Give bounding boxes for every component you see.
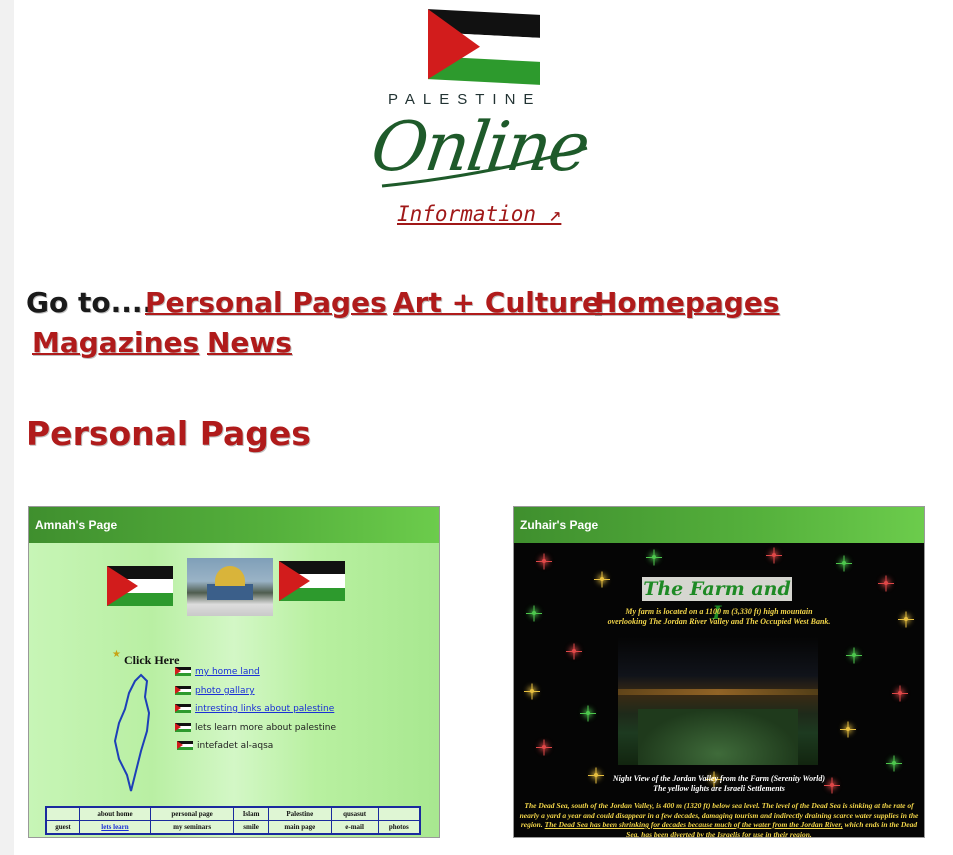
star-icon: ★ — [112, 649, 121, 660]
photo-caption: The yellow lights are Israeli Settlement… — [653, 784, 785, 793]
table-cell[interactable]: about home — [78, 806, 151, 821]
dead-sea-paragraph: The Dead Sea, south of the Jordan Valley… — [518, 801, 920, 837]
table-cell[interactable]: smile — [233, 820, 269, 835]
table-row: about home personal page Islam Palestine… — [45, 806, 421, 821]
nav-art-culture-link[interactable]: Art + Culture — [393, 286, 601, 319]
mini-flag-icon — [175, 686, 191, 695]
table-row: guest lets learn my seminars smile main … — [45, 820, 421, 835]
table-cell[interactable]: personal page — [149, 806, 235, 821]
table-cell[interactable]: e-mail — [330, 820, 379, 835]
thumbnail-amnah-page[interactable]: Amnah's Page ★ Click Here my home land p… — [28, 506, 440, 838]
information-link[interactable]: Information ↗ — [397, 202, 561, 226]
thumbnail-title-bar: Zuhair's Page — [514, 507, 924, 543]
thumbnail-title: Zuhair's Page — [520, 518, 599, 532]
table-cell[interactable]: qusasut — [330, 806, 379, 821]
mini-flag-icon — [175, 667, 191, 676]
table-cell[interactable]: guest — [45, 820, 80, 835]
link-my-home-land[interactable]: my home land — [195, 667, 260, 677]
jordan-valley-photo — [618, 637, 818, 765]
intro-line: overlooking The Jordan River Valley and … — [607, 617, 831, 626]
mini-flag-icon — [175, 723, 191, 732]
intro-line: My farm is located on a 1100 m (3,330 ft… — [625, 607, 813, 616]
list-item: intefadet al-aqsa — [177, 741, 273, 751]
click-here-label: Click Here — [124, 653, 180, 667]
thumbnail-body: ★ Click Here my home land photo gallary … — [29, 543, 439, 837]
table-cell[interactable]: my seminars — [149, 820, 235, 835]
table-cell[interactable]: lets learn — [78, 820, 151, 835]
palestine-flag-icon — [107, 566, 173, 606]
nav-personal-pages-link[interactable]: Personal Pages — [145, 286, 387, 319]
lets-learn-link[interactable]: lets learn — [101, 823, 128, 831]
list-item: photo gallary — [175, 686, 255, 696]
text-intefadet: intefadet al-aqsa — [197, 741, 274, 751]
dead-sea-link[interactable]: The Dead Sea has been shrinking for deca… — [545, 820, 843, 829]
palestine-flag-icon — [279, 561, 345, 601]
table-cell — [377, 806, 421, 821]
table-cell[interactable]: Islam — [233, 806, 269, 821]
link-photo-gallary[interactable]: photo gallary — [195, 686, 255, 696]
palestine-flag-logo-icon — [428, 9, 540, 85]
table-cell[interactable]: photos — [377, 820, 421, 835]
goto-label: Go to.... — [26, 286, 154, 319]
list-item: lets learn more about palestine — [175, 723, 336, 733]
list-item: intresting links about palestine — [175, 704, 334, 714]
link-interesting-links[interactable]: intresting links about palestine — [195, 704, 334, 714]
photo-caption: Night View of the Jordan Valley from the… — [612, 774, 826, 783]
farm-heading: The Farm and I — [642, 577, 792, 624]
mosque-photo — [187, 558, 273, 616]
mini-flag-icon — [177, 741, 193, 750]
palestine-map-icon — [113, 673, 151, 792]
thumbnail-title: Amnah's Page — [35, 518, 118, 532]
nav-magazines-link[interactable]: Magazines — [32, 326, 199, 359]
list-item: my home land — [175, 667, 260, 677]
page-left-strip — [0, 0, 14, 855]
thumbnail-title-bar: Amnah's Page — [29, 507, 439, 543]
table-cell[interactable]: main page — [267, 820, 332, 835]
table-cell — [45, 806, 80, 821]
text-lets-learn-more: lets learn more about palestine — [195, 723, 337, 733]
section-title: Personal Pages — [26, 414, 311, 453]
thumbnail-nav-table: about home personal page Islam Palestine… — [45, 806, 421, 835]
mini-flag-icon — [175, 704, 191, 713]
table-cell[interactable]: Palestine — [267, 806, 332, 821]
nav-news-link[interactable]: News — [207, 326, 292, 359]
nav-homepages-link[interactable]: Homepages — [594, 286, 779, 319]
thumbnail-zuhair-page[interactable]: Zuhair's Page The Farm and I My farm is … — [513, 506, 925, 838]
logo-swoosh-icon — [381, 146, 588, 188]
thumbnail-body: The Farm and I My farm is located on a 1… — [514, 543, 924, 837]
